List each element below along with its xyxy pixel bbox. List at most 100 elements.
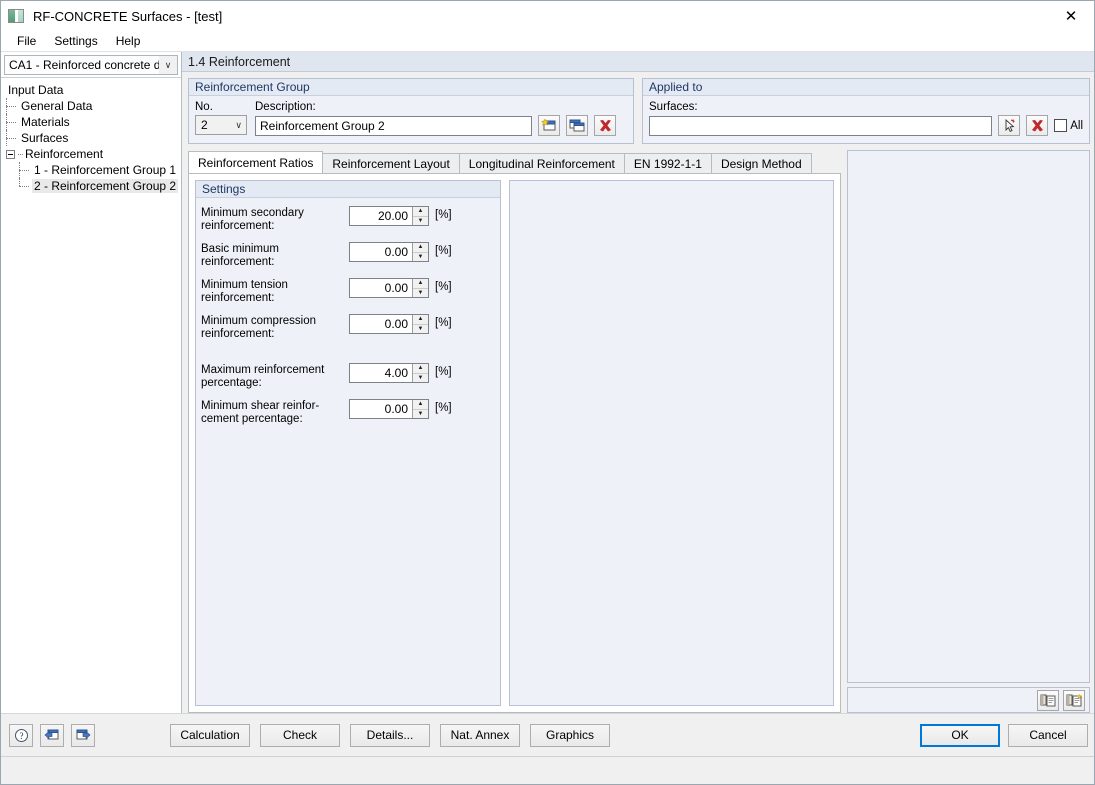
tab-reinforcement-layout[interactable]: Reinforcement Layout bbox=[322, 153, 460, 173]
tab-strip: Reinforcement Ratios Reinforcement Layou… bbox=[188, 151, 847, 173]
previous-button[interactable] bbox=[40, 723, 64, 747]
setting-label: Basic minimum reinforcement: bbox=[201, 242, 349, 269]
app-icon bbox=[8, 9, 24, 23]
all-surfaces-checkbox[interactable]: All bbox=[1054, 119, 1083, 132]
tree-item-label: 1 - Reinforcement Group 1 bbox=[34, 163, 177, 177]
tree-item-reinforcement-group-1[interactable]: 1 - Reinforcement Group 1 bbox=[6, 162, 181, 178]
checkbox-box[interactable] bbox=[1054, 119, 1068, 132]
spin-value: 0.00 bbox=[384, 245, 408, 259]
clear-surfaces-button[interactable] bbox=[1026, 115, 1049, 136]
next-button[interactable] bbox=[71, 723, 95, 747]
description-input[interactable]: Reinforcement Group 2 bbox=[255, 115, 532, 136]
graphics-preview-toolbar bbox=[847, 687, 1090, 713]
new-window-icon bbox=[541, 118, 556, 130]
cancel-button[interactable]: Cancel bbox=[1008, 723, 1088, 747]
tree-item-reinforcement[interactable]: Reinforcement bbox=[6, 146, 181, 162]
design-case-combo-value[interactable]: CA1 - Reinforced concrete desi bbox=[4, 55, 178, 75]
spinner-down-icon[interactable]: ▼ bbox=[413, 325, 428, 334]
spinner-buttons[interactable]: ▲ ▼ bbox=[412, 315, 428, 333]
spinner-up-icon[interactable]: ▲ bbox=[413, 279, 428, 289]
minimum-tension-reinforcement-input[interactable]: 0.00 ▲ ▼ bbox=[349, 278, 429, 298]
tab-design-method[interactable]: Design Method bbox=[710, 153, 812, 173]
tree-item-materials[interactable]: Materials bbox=[6, 114, 181, 130]
minimum-compression-reinforcement-input[interactable]: 0.00 ▲ ▼ bbox=[349, 314, 429, 334]
content-area: 1.4 Reinforcement Reinforcement Group No… bbox=[182, 52, 1094, 713]
details-button[interactable]: Details... bbox=[350, 723, 430, 747]
setting-label: Minimum tension reinforcement: bbox=[201, 278, 349, 305]
design-case-combo[interactable]: CA1 - Reinforced concrete desi ∨ bbox=[4, 55, 178, 75]
setting-row-basic-minimum-reinforcement: Basic minimum reinforcement: 0.00 ▲ ▼ [%] bbox=[196, 242, 500, 269]
check-button[interactable]: Check bbox=[260, 723, 340, 747]
setting-label-line2: percentage: bbox=[201, 377, 262, 389]
setting-label-line1: Minimum secondary bbox=[201, 207, 304, 219]
spinner-up-icon[interactable]: ▲ bbox=[413, 400, 428, 410]
graphics-preview-area[interactable] bbox=[847, 150, 1090, 683]
tree-item-input-data[interactable]: Input Data bbox=[6, 82, 181, 98]
arrow-right-icon bbox=[76, 729, 91, 740]
setting-label-line1: Maximum reinforcement bbox=[201, 364, 325, 376]
tree-connector-icon bbox=[19, 162, 32, 178]
status-bar bbox=[1, 756, 1094, 784]
spinner-down-icon[interactable]: ▼ bbox=[413, 374, 428, 383]
setting-label-line1: Minimum tension bbox=[201, 279, 288, 291]
minimum-secondary-reinforcement-input[interactable]: 20.00 ▲ ▼ bbox=[349, 206, 429, 226]
spinner-down-icon[interactable]: ▼ bbox=[413, 410, 428, 419]
help-button[interactable]: ? bbox=[9, 723, 33, 747]
tab-en-1992-1-1[interactable]: EN 1992-1-1 bbox=[623, 153, 712, 173]
setting-label-line2: reinforcement: bbox=[201, 292, 275, 304]
pick-surfaces-button[interactable] bbox=[998, 115, 1021, 136]
spinner-up-icon[interactable]: ▲ bbox=[413, 207, 428, 217]
setting-label-line2: reinforcement: bbox=[201, 220, 275, 232]
spinner-down-icon[interactable]: ▼ bbox=[413, 289, 428, 298]
title-bar: RF-CONCRETE Surfaces - [test] ✕ bbox=[1, 1, 1094, 31]
copy-reinforcement-group-button[interactable] bbox=[566, 115, 588, 136]
footer-action-buttons: Calculation Check Details... Nat. Annex … bbox=[170, 723, 610, 747]
spinner-down-icon[interactable]: ▼ bbox=[413, 253, 428, 262]
spinner-buttons[interactable]: ▲ ▼ bbox=[412, 400, 428, 418]
tree-connector-icon bbox=[6, 98, 19, 114]
menu-item-file[interactable]: File bbox=[8, 32, 45, 50]
tree-item-surfaces[interactable]: Surfaces bbox=[6, 130, 181, 146]
tree-connector-icon bbox=[18, 146, 23, 162]
document-detail-icon bbox=[1066, 693, 1082, 707]
view-details-alt-button[interactable] bbox=[1063, 689, 1085, 711]
calculation-button[interactable]: Calculation bbox=[170, 723, 250, 747]
tree-connector-icon bbox=[6, 130, 19, 146]
graphics-button[interactable]: Graphics bbox=[530, 723, 610, 747]
reinforcement-group-no-select[interactable]: 2 ∨ bbox=[195, 115, 247, 135]
maximum-reinforcement-percentage-input[interactable]: 4.00 ▲ ▼ bbox=[349, 363, 429, 383]
description-label: Description: bbox=[255, 101, 316, 113]
tree-connector-icon bbox=[19, 178, 32, 194]
chevron-down-icon[interactable]: ∨ bbox=[159, 56, 177, 74]
spinner-up-icon[interactable]: ▲ bbox=[413, 243, 428, 253]
tree-item-reinforcement-group-2[interactable]: 2 - Reinforcement Group 2 bbox=[6, 178, 181, 194]
setting-label: Minimum shear reinfor- cement percentage… bbox=[201, 399, 349, 426]
surfaces-input[interactable] bbox=[649, 115, 993, 136]
spinner-buttons[interactable]: ▲ ▼ bbox=[412, 364, 428, 382]
tab-reinforcement-ratios[interactable]: Reinforcement Ratios bbox=[188, 151, 324, 173]
collapse-icon[interactable] bbox=[6, 149, 15, 159]
chevron-down-icon[interactable]: ∨ bbox=[235, 120, 242, 131]
spinner-up-icon[interactable]: ▲ bbox=[413, 315, 428, 325]
spinner-buttons[interactable]: ▲ ▼ bbox=[412, 279, 428, 297]
basic-minimum-reinforcement-input[interactable]: 0.00 ▲ ▼ bbox=[349, 242, 429, 262]
spinner-up-icon[interactable]: ▲ bbox=[413, 364, 428, 374]
delete-reinforcement-group-button[interactable] bbox=[594, 115, 616, 136]
tab-longitudinal-reinforcement[interactable]: Longitudinal Reinforcement bbox=[458, 153, 625, 173]
ok-button[interactable]: OK bbox=[920, 723, 1000, 747]
nat-annex-button[interactable]: Nat. Annex bbox=[440, 723, 520, 747]
spinner-buttons[interactable]: ▲ ▼ bbox=[412, 243, 428, 261]
spinner-down-icon[interactable]: ▼ bbox=[413, 217, 428, 226]
tree-item-general-data[interactable]: General Data bbox=[6, 98, 181, 114]
footer-toolbar: ? Calculation Check Details... Nat. Anne… bbox=[1, 713, 1094, 756]
new-reinforcement-group-button[interactable] bbox=[538, 115, 560, 136]
close-icon[interactable]: ✕ bbox=[1048, 1, 1094, 31]
minimum-shear-reinforcement-percentage-input[interactable]: 0.00 ▲ ▼ bbox=[349, 399, 429, 419]
view-details-button[interactable] bbox=[1037, 689, 1059, 711]
spinner-buttons[interactable]: ▲ ▼ bbox=[412, 207, 428, 225]
menu-item-settings[interactable]: Settings bbox=[45, 32, 106, 50]
cursor-pick-icon bbox=[1005, 118, 1015, 132]
setting-label-line1: Minimum shear reinfor- bbox=[201, 400, 320, 412]
reinforcement-group-panel-title: Reinforcement Group bbox=[189, 79, 633, 96]
menu-item-help[interactable]: Help bbox=[107, 32, 150, 50]
